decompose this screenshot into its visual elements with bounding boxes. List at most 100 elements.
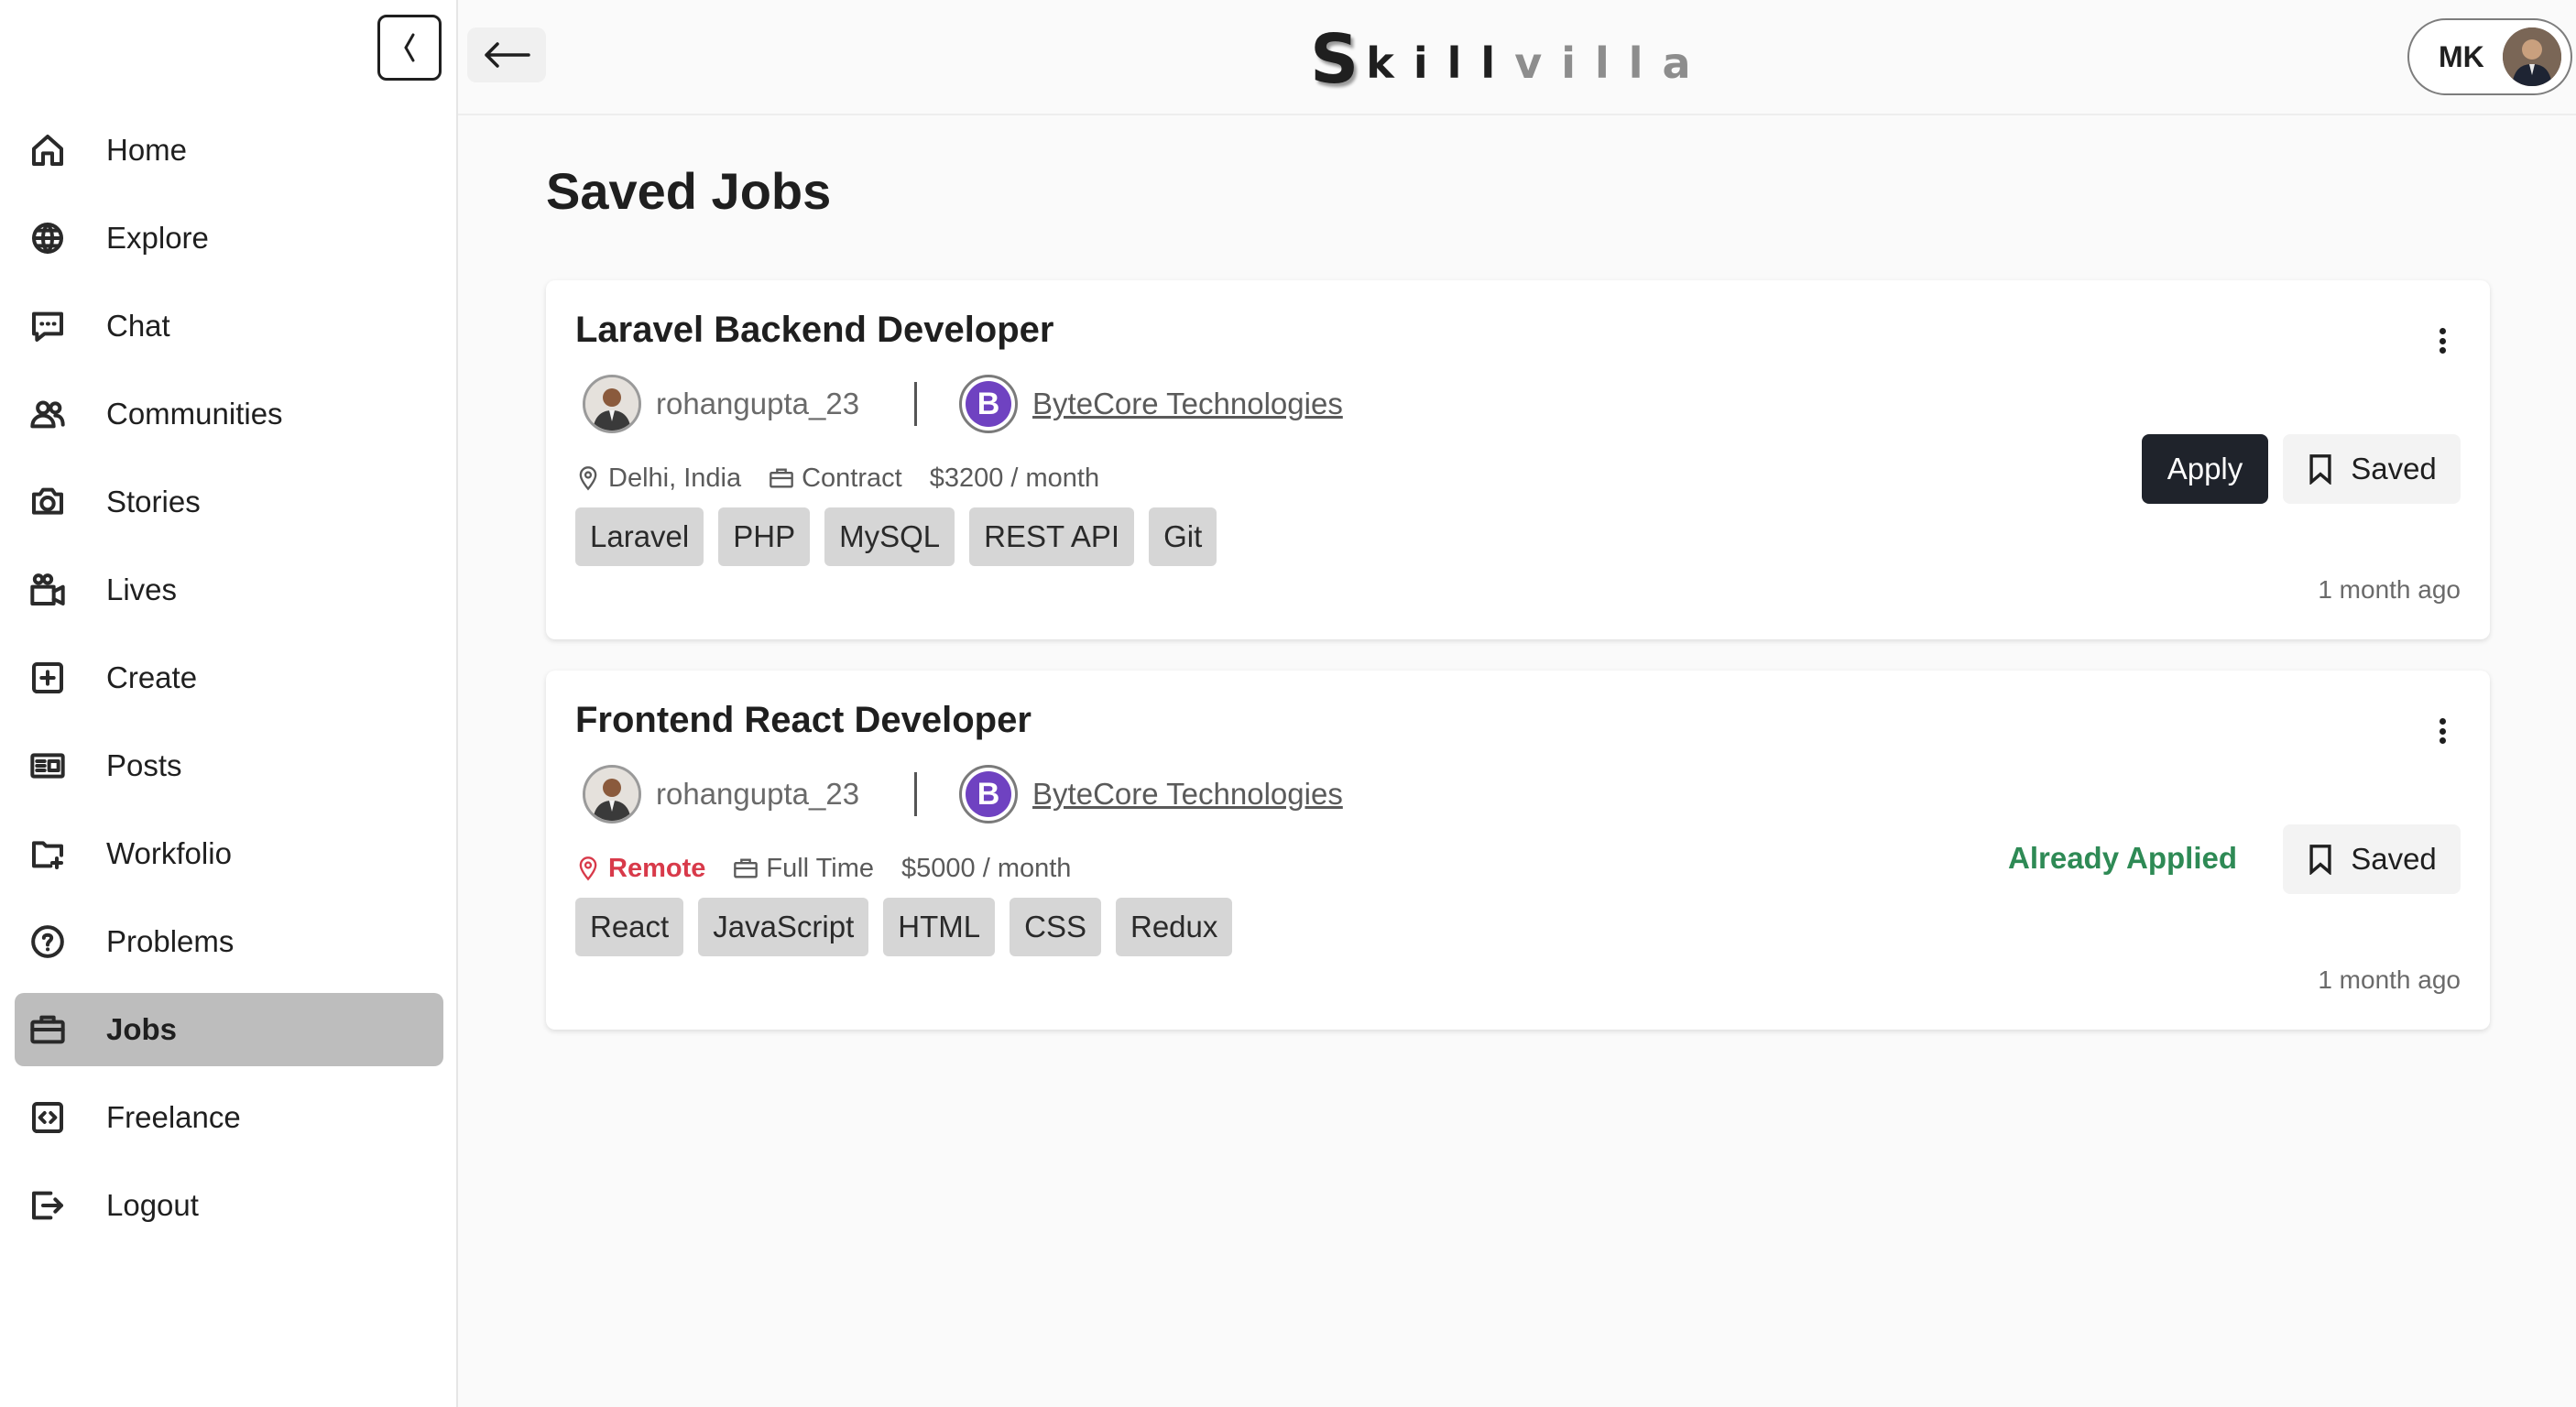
skill-tag: Redux — [1115, 898, 1233, 956]
job-type: Full Time — [733, 854, 874, 884]
skill-tag: CSS — [1010, 898, 1101, 956]
sidebar-item-label: Problems — [106, 924, 235, 958]
saved-button[interactable]: Saved — [2283, 824, 2461, 894]
sidebar-item-label: Chat — [106, 309, 170, 343]
job-type-text: Contract — [802, 463, 902, 493]
skill-tag: React — [575, 898, 684, 956]
more-options-button[interactable] — [2431, 322, 2453, 359]
users-icon — [27, 394, 68, 434]
briefcase-icon — [27, 1009, 68, 1050]
application-status: Already Applied — [2008, 841, 2237, 875]
brand-logo-light: villa — [1514, 38, 1710, 88]
saved-button[interactable]: Saved — [2283, 434, 2461, 504]
company-logo[interactable]: B — [959, 375, 1019, 433]
sidebar-item-label: Workfolio — [106, 836, 232, 870]
sidebar-item-create[interactable]: Create — [15, 641, 443, 714]
sidebar-item-jobs[interactable]: Jobs — [15, 993, 443, 1066]
company-initial: B — [966, 771, 1012, 817]
job-meta: rohangupta_23 B ByteCore Technologies — [583, 374, 1343, 434]
skill-tag: MySQL — [824, 507, 955, 566]
saved-button-label: Saved — [2351, 842, 2437, 876]
sidebar-item-label: Stories — [106, 485, 201, 518]
sidebar-item-label: Posts — [106, 748, 182, 782]
sidebar-item-problems[interactable]: Problems — [15, 905, 443, 978]
saved-button-label: Saved — [2351, 452, 2437, 485]
apply-button[interactable]: Apply — [2142, 434, 2268, 504]
divider — [914, 772, 918, 816]
plus-square-icon — [27, 658, 68, 698]
sidebar-item-label: Freelance — [106, 1100, 241, 1134]
sidebar-item-home[interactable]: Home — [15, 114, 443, 187]
posted-timestamp: 1 month ago — [2318, 575, 2461, 604]
camera-icon — [27, 482, 68, 522]
briefcase-icon — [734, 858, 759, 878]
skill-tag: Git — [1149, 507, 1217, 566]
sidebar-item-chat[interactable]: Chat — [15, 289, 443, 363]
collapse-sidebar-button[interactable] — [377, 15, 442, 81]
sidebar-item-stories[interactable]: Stories — [15, 465, 443, 539]
skill-tag: Laravel — [575, 507, 704, 566]
sidebar-item-freelance[interactable]: Freelance — [15, 1081, 443, 1154]
sidebar-item-logout[interactable]: Logout — [15, 1169, 443, 1242]
sidebar-item-label: Home — [106, 133, 188, 167]
avatar[interactable] — [583, 375, 641, 433]
sidebar-item-lives[interactable]: Lives — [15, 553, 443, 627]
company-logo[interactable]: B — [959, 765, 1019, 823]
arrow-left-icon — [485, 42, 530, 68]
sidebar-item-workfolio[interactable]: Workfolio — [15, 817, 443, 890]
avatar — [2503, 27, 2561, 86]
back-button[interactable] — [467, 27, 546, 82]
sidebar-item-label: Lives — [106, 573, 178, 606]
code-square-icon — [27, 1097, 68, 1138]
newspaper-icon — [27, 746, 68, 786]
divider — [914, 382, 918, 426]
job-card[interactable]: Laravel Backend Developer rohangupta_23 … — [546, 280, 2490, 639]
posted-timestamp: 1 month ago — [2318, 965, 2461, 994]
job-location-text: Remote — [608, 853, 706, 883]
question-circle-icon — [27, 922, 68, 962]
job-details: Remote Full Time $5000 / month — [575, 848, 1098, 889]
job-card[interactable]: Frontend React Developer rohangupta_23 B… — [546, 671, 2490, 1030]
sidebar-item-label: Create — [106, 660, 198, 694]
sidebar: Home Explore Chat Communities Stories Li… — [0, 0, 458, 1407]
globe-icon — [27, 218, 68, 258]
sidebar-nav: Home Explore Chat Communities Stories Li… — [15, 114, 443, 1257]
video-icon — [27, 570, 68, 610]
skill-tags: Laravel PHP MySQL REST API Git — [575, 507, 1231, 566]
skill-tag: REST API — [969, 507, 1135, 566]
skill-tag: JavaScript — [698, 898, 869, 956]
sidebar-item-explore[interactable]: Explore — [15, 202, 443, 275]
logout-icon — [27, 1185, 68, 1226]
job-type-text: Full Time — [766, 853, 874, 883]
company-link[interactable]: ByteCore Technologies — [1032, 777, 1343, 812]
more-options-button[interactable] — [2431, 713, 2453, 749]
job-title[interactable]: Frontend React Developer — [575, 700, 1031, 741]
skill-tag: PHP — [718, 507, 811, 566]
job-title[interactable]: Laravel Backend Developer — [575, 310, 1053, 351]
home-icon — [27, 130, 68, 170]
avatar[interactable] — [583, 765, 641, 823]
job-salary: $5000 / month — [901, 853, 1072, 883]
job-location: Remote — [575, 854, 705, 884]
company-link[interactable]: ByteCore Technologies — [1032, 387, 1343, 421]
folder-plus-icon — [27, 834, 68, 874]
poster-username[interactable]: rohangupta_23 — [656, 387, 859, 421]
sidebar-item-label: Jobs — [106, 1012, 178, 1046]
sidebar-item-label: Communities — [106, 397, 283, 431]
job-location: Delhi, India — [575, 464, 741, 494]
chat-icon — [27, 306, 68, 346]
briefcase-icon — [770, 468, 793, 488]
skill-tag: HTML — [883, 898, 996, 956]
skill-tags: React JavaScript HTML CSS Redux — [575, 898, 1247, 956]
top-header: S killvilla MK — [458, 0, 2576, 115]
sidebar-item-posts[interactable]: Posts — [15, 729, 443, 802]
poster-username[interactable]: rohangupta_23 — [656, 777, 859, 812]
job-salary: $3200 / month — [929, 463, 1100, 493]
bookmark-icon — [2309, 454, 2331, 485]
sidebar-item-communities[interactable]: Communities — [15, 377, 443, 451]
brand-logo[interactable]: S killvilla — [1310, 20, 1710, 93]
company-initial: B — [966, 381, 1012, 427]
job-type: Contract — [769, 464, 902, 494]
map-pin-icon — [579, 466, 597, 491]
user-menu-button[interactable]: MK — [2407, 18, 2572, 95]
